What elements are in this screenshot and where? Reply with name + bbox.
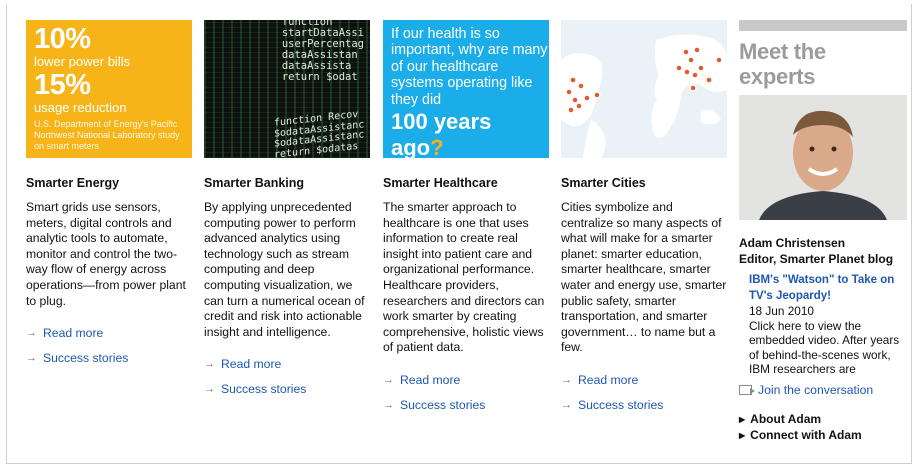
card-description: The smarter approach to healthcare is on…: [383, 200, 545, 355]
success-stories-label: Success stories: [43, 351, 129, 366]
healthcare-emphasis: 100 years ago?: [391, 109, 549, 158]
code-snippet-bottom: function Recov $odataAssistanc $odataAss…: [273, 108, 364, 158]
join-conversation-link[interactable]: Join the conversation: [739, 383, 909, 397]
success-stories-label: Success stories: [221, 382, 307, 397]
expert-role: Editor, Smarter Planet blog: [739, 251, 894, 266]
healthcare-promo-image[interactable]: If our health is so important, why are m…: [383, 20, 549, 158]
energy-source-note: U.S. Department of Energy's Pacific Nort…: [34, 119, 180, 151]
success-stories-label: Success stories: [400, 397, 486, 412]
card-description: Cities symbolize and centralize so many …: [561, 200, 727, 355]
success-stories-label: Success stories: [578, 397, 664, 412]
expert-name: Adam Christensen: [739, 236, 846, 250]
card-title: Smarter Energy: [26, 176, 120, 190]
energy-stat-1-label: lower power bills: [34, 54, 131, 69]
card-smarter-cities: Smarter Cities Cities symbolize and cent…: [561, 20, 727, 422]
card-smarter-healthcare: If our health is so important, why are m…: [383, 20, 549, 422]
read-more-label: Read more: [43, 326, 104, 341]
energy-stat-1: 10%: [34, 23, 91, 55]
success-stories-link[interactable]: → Success stories: [26, 350, 192, 366]
card-smarter-energy: 10% lower power bills 15% usage reductio…: [26, 20, 192, 375]
code-snippet-top: function startDataAssi userPercentag dat…: [281, 20, 364, 83]
meet-the-experts-panel: Meet the experts Adam Christensen Editor…: [739, 20, 909, 443]
healthcare-question: If our health is so important, why are m…: [391, 26, 548, 108]
arrow-right-icon: →: [26, 352, 37, 365]
blog-post-scroller[interactable]: IBM's "Watson" to Take on TV's Jeopardy!…: [739, 273, 907, 373]
person-portrait-icon: [739, 95, 907, 220]
triangle-right-icon: ▶: [739, 430, 746, 440]
about-adam-label: About Adam: [750, 412, 822, 426]
card-description: By applying unprecedented computing powe…: [204, 200, 365, 339]
card-title: Smarter Banking: [204, 176, 305, 190]
card-title: Smarter Cities: [561, 176, 646, 190]
success-stories-link[interactable]: → Success stories: [561, 397, 727, 413]
card-smarter-banking: function startDataAssi userPercentag dat…: [204, 20, 370, 406]
blog-post-title[interactable]: IBM's "Watson" to Take on TV's Jeopardy!: [739, 273, 907, 304]
success-stories-link[interactable]: → Success stories: [204, 381, 370, 397]
cities-promo-image[interactable]: [561, 20, 727, 158]
arrow-right-icon: →: [383, 373, 394, 386]
about-adam-link[interactable]: ▶ About Adam: [739, 412, 909, 428]
chat-bubble-icon: [739, 385, 755, 395]
experts-heading: Meet the experts: [739, 39, 826, 89]
blog-post-excerpt: Click here to view the embedded video. A…: [749, 318, 900, 374]
read-more-link[interactable]: → Read more: [26, 325, 192, 341]
read-more-label: Read more: [400, 372, 461, 387]
arrow-right-icon: →: [26, 327, 37, 340]
read-more-link[interactable]: → Read more: [561, 372, 727, 388]
read-more-label: Read more: [221, 357, 282, 372]
energy-stat-2: 15%: [34, 69, 91, 101]
arrow-right-icon: →: [204, 358, 215, 371]
join-conversation-label: Join the conversation: [758, 383, 874, 397]
blog-post-date: 18 Jun 2010: [749, 304, 814, 318]
banking-promo-image[interactable]: function startDataAssi userPercentag dat…: [204, 20, 370, 158]
triangle-right-icon: ▶: [739, 415, 746, 424]
card-description: Smart grids use sensors, meters, digital…: [26, 200, 186, 308]
read-more-label: Read more: [578, 372, 639, 387]
arrow-right-icon: →: [204, 383, 215, 396]
read-more-link[interactable]: → Read more: [383, 372, 549, 388]
healthcare-question-mark: ?: [430, 135, 444, 158]
read-more-link[interactable]: → Read more: [204, 356, 370, 372]
world-map-icon: [561, 20, 727, 158]
arrow-right-icon: →: [383, 398, 394, 411]
energy-stat-2-label: usage reduction: [34, 100, 127, 115]
energy-promo-image[interactable]: 10% lower power bills 15% usage reductio…: [26, 20, 192, 158]
arrow-right-icon: →: [561, 373, 572, 386]
connect-with-adam-link[interactable]: ▶ Connect with Adam: [739, 428, 909, 444]
expert-avatar[interactable]: [739, 95, 907, 220]
panel-top-bar: [739, 20, 907, 31]
arrow-right-icon: →: [561, 398, 572, 411]
card-title: Smarter Healthcare: [383, 176, 498, 190]
connect-with-adam-label: Connect with Adam: [750, 427, 862, 442]
success-stories-link[interactable]: → Success stories: [383, 397, 549, 413]
